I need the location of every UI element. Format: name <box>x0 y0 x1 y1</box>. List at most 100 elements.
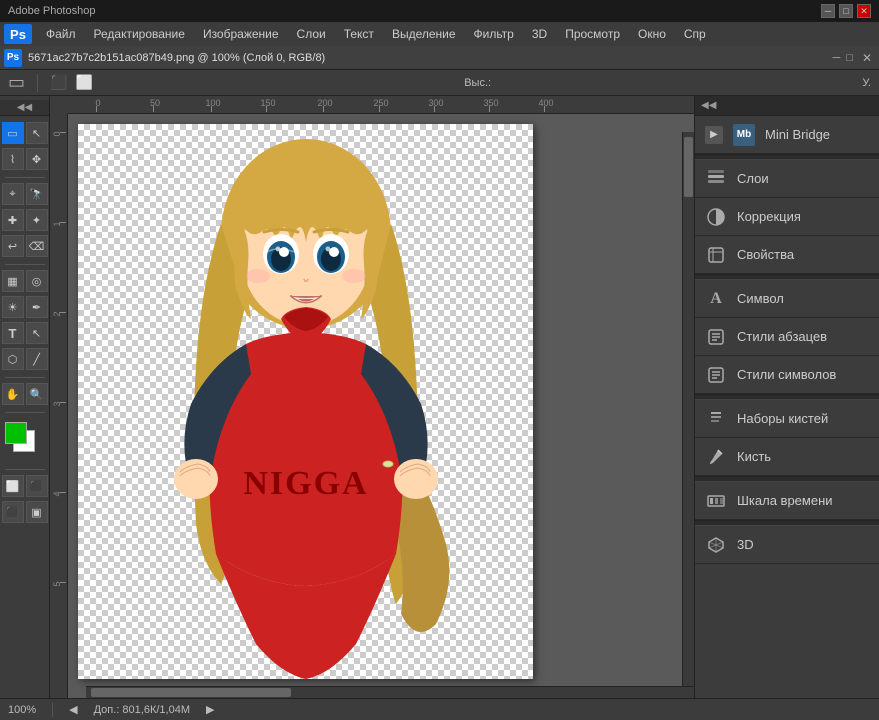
gradient-tool[interactable]: ▦ <box>2 270 24 292</box>
zoom-value: 100% <box>8 704 36 716</box>
tab-title: 5671ac27b7c2b151ac087b49.png @ 100% (Сло… <box>28 52 833 64</box>
panel-row-paragraph-styles[interactable]: Стили абзацев <box>695 318 879 356</box>
nav-arrow-right[interactable]: ▶ <box>206 703 214 716</box>
vertical-scroll-thumb[interactable] <box>684 137 693 197</box>
menu-help[interactable]: Спр <box>676 25 714 43</box>
ruler-v-tick-2 <box>60 312 66 313</box>
menu-image[interactable]: Изображение <box>195 25 287 43</box>
ruler-v-tick-3 <box>60 402 66 403</box>
panel-row-3d[interactable]: 3D <box>695 526 879 564</box>
tool-row-1: ▭ ↖ <box>2 122 48 144</box>
tool-row-7: ☀ ✒ <box>2 296 48 318</box>
canvas-document: NIGGA <box>78 124 533 679</box>
ruler-h-tick-400 <box>544 106 545 112</box>
correction-icon <box>705 206 727 228</box>
move-tool[interactable]: ↖ <box>26 122 48 144</box>
horizontal-ruler: 0 50 100 150 200 250 300 350 400 <box>68 96 694 114</box>
tab-ps-icon: Ps <box>4 49 22 67</box>
char-styles-icon <box>705 364 727 386</box>
menu-bar: Ps Файл Редактирование Изображение Слои … <box>0 22 879 46</box>
horizontal-scrollbar[interactable] <box>86 686 694 698</box>
panel-row-layers[interactable]: Слои <box>695 160 879 198</box>
ruler-h-label-400: 400 <box>538 98 553 108</box>
menu-select[interactable]: Выделение <box>384 25 464 43</box>
ruler-h-label-100: 100 <box>205 98 220 108</box>
menu-view[interactable]: Просмотр <box>557 25 628 43</box>
close-button[interactable]: ✕ <box>857 4 871 18</box>
tab-minimize-icon[interactable]: ─ <box>833 52 841 64</box>
ruler-h-tick-50 <box>153 106 154 112</box>
panel-row-brush[interactable]: Кисть <box>695 438 879 476</box>
left-toolbar: ◀◀ ▭ ↖ ⌇ ✥ ⌖ 🔭 ✚ ✦ ↩ ⌫ ▦ ◎ ☀ ✒ <box>0 96 50 698</box>
hand-tool[interactable]: ✋ <box>2 383 24 405</box>
nav-arrow-left[interactable]: ◀ <box>69 703 77 716</box>
pen-tool[interactable]: ✒ <box>26 296 48 318</box>
symbol-icon: A <box>705 288 727 310</box>
menu-3d[interactable]: 3D <box>524 25 555 43</box>
text-tool[interactable]: T <box>2 322 24 344</box>
ruler-v-tick-5 <box>60 582 66 583</box>
canvas-area: 0 50 100 150 200 250 300 350 400 0 1 2 <box>50 96 694 698</box>
panel-collapse-icon[interactable]: ◀◀ <box>701 100 716 111</box>
heal-tool[interactable]: ✚ <box>2 209 24 231</box>
title-bar: Adobe Photoshop ─ □ ✕ <box>0 0 879 22</box>
menu-layers[interactable]: Слои <box>289 25 334 43</box>
lasso-tool[interactable]: ⌇ <box>2 148 24 170</box>
stamp-tool[interactable]: ✦ <box>26 209 48 231</box>
maximize-button[interactable]: □ <box>839 4 853 18</box>
ruler-h-tick-100 <box>211 106 212 112</box>
minimize-button[interactable]: ─ <box>821 4 835 18</box>
shape-tool[interactable]: ⬡ <box>2 348 24 370</box>
screen-mode-btn[interactable]: ⬛ <box>2 501 24 523</box>
menu-window[interactable]: Окно <box>630 25 674 43</box>
tool-row-9: ⬡ ╱ <box>2 348 48 370</box>
panel-row-properties[interactable]: Свойства <box>695 236 879 274</box>
marquee-tool[interactable]: ▭ <box>2 122 24 144</box>
tab-maximize-icon[interactable]: □ <box>846 52 853 64</box>
panel-row-timeline[interactable]: Шкала времени <box>695 482 879 520</box>
ruler-corner <box>50 96 68 114</box>
canvas-viewport[interactable]: NIGGA <box>68 114 694 698</box>
menu-file[interactable]: Файл <box>38 25 84 43</box>
panel-row-symbol[interactable]: A Символ <box>695 280 879 318</box>
properties-icon <box>705 244 727 266</box>
line-tool[interactable]: ╱ <box>26 348 48 370</box>
standard-mode-btn[interactable]: ⬜ <box>2 475 24 497</box>
blur-tool[interactable]: ◎ <box>26 270 48 292</box>
tool-row-10: ✋ 🔍 <box>2 383 48 405</box>
horizontal-scroll-thumb[interactable] <box>91 688 291 697</box>
canvas-image: NIGGA <box>136 124 476 679</box>
dodge-tool[interactable]: ☀ <box>2 296 24 318</box>
ruler-h-label-350: 350 <box>483 98 498 108</box>
panel-row-brush-sets[interactable]: Наборы кистей <box>695 400 879 438</box>
eyedropper-tool[interactable]: 🔭 <box>26 183 48 205</box>
foreground-color-swatch[interactable] <box>5 422 27 444</box>
menu-edit[interactable]: Редактирование <box>86 25 193 43</box>
panel-row-correction[interactable]: Коррекция <box>695 198 879 236</box>
vertical-scrollbar[interactable] <box>682 132 694 698</box>
3d-label: 3D <box>737 537 869 552</box>
panel-row-char-styles[interactable]: Стили символов <box>695 356 879 394</box>
menu-text[interactable]: Текст <box>336 25 382 43</box>
ruler-v-tick-4 <box>60 492 66 493</box>
ruler-h-label-200: 200 <box>317 98 332 108</box>
3d-icon <box>705 534 727 556</box>
quick-select-tool[interactable]: ✥ <box>26 148 48 170</box>
tool-row-screen: ⬛ ▣ <box>2 501 48 523</box>
history-brush-tool[interactable]: ↩ <box>2 235 24 257</box>
frame-btn[interactable]: ▣ <box>26 501 48 523</box>
panel-row-mini-bridge[interactable]: ▶ Mb Mini Bridge <box>695 116 879 154</box>
ruler-h-tick-200 <box>323 106 324 112</box>
doc-info-text: Доп.: 801,6К/1,04М <box>94 704 190 716</box>
crop-tool[interactable]: ⌖ <box>2 183 24 205</box>
mini-bridge-play-icon[interactable]: ▶ <box>705 126 723 144</box>
path-selection-tool[interactable]: ↖ <box>26 322 48 344</box>
quick-mask-btn[interactable]: ⬛ <box>26 475 48 497</box>
svg-text:NIGGA: NIGGA <box>243 465 368 502</box>
tab-close-button[interactable]: ✕ <box>859 50 875 66</box>
eraser-tool[interactable]: ⌫ <box>26 235 48 257</box>
title-bar-left: Adobe Photoshop <box>8 5 95 17</box>
zoom-tool[interactable]: 🔍 <box>26 383 48 405</box>
toolbar-collapse-button[interactable]: ◀◀ <box>0 100 49 116</box>
menu-filter[interactable]: Фильтр <box>466 25 522 43</box>
